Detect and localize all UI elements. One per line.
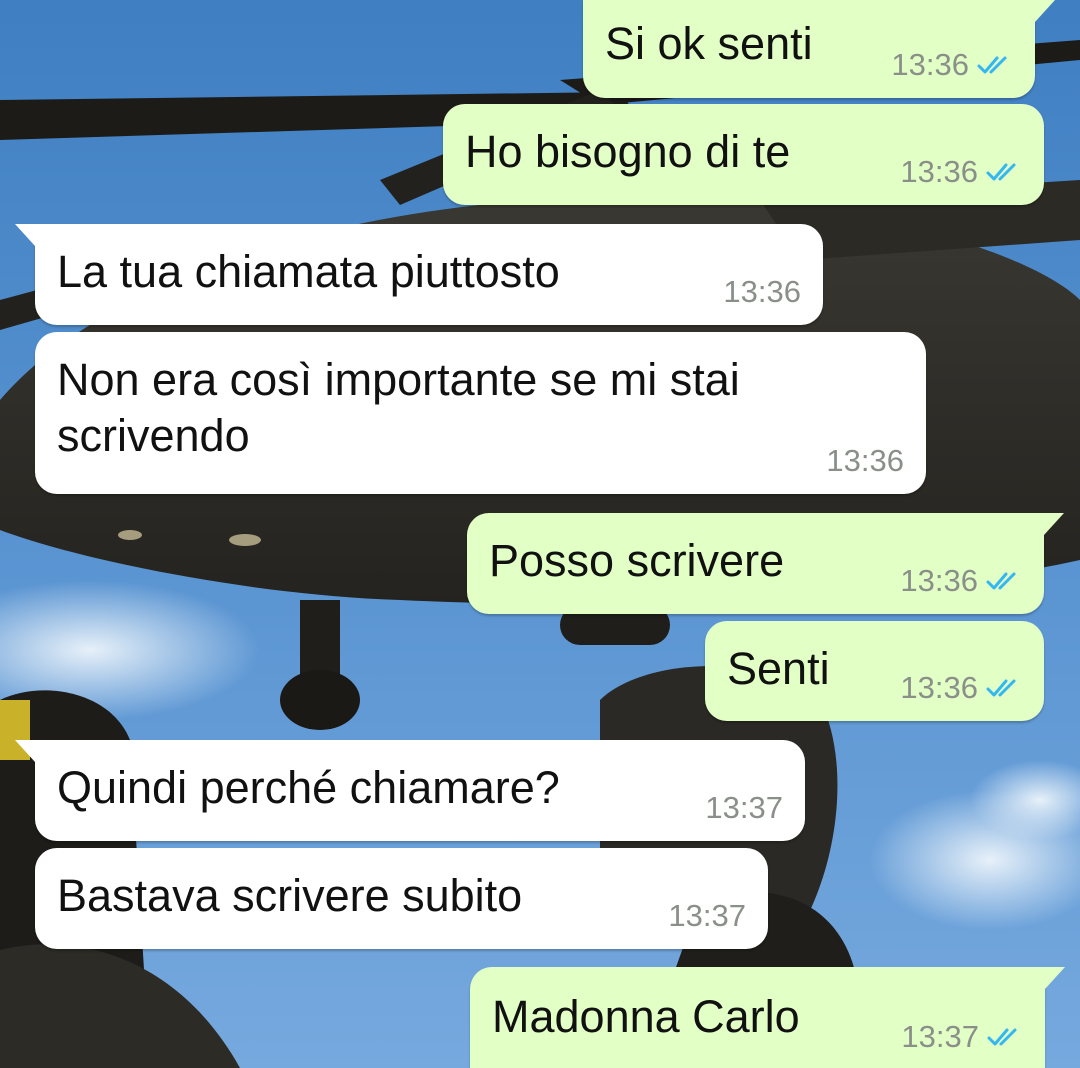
message-time: 13:36 <box>723 274 801 309</box>
message-meta: 13:37 <box>705 791 783 825</box>
incoming-message[interactable]: Quindi perché chiamare? 13:37 <box>15 740 805 841</box>
message-time: 13:37 <box>668 898 746 933</box>
incoming-message[interactable]: Bastava scrivere subito 13:37 <box>35 848 768 949</box>
message-meta: 13:36 <box>900 671 1024 705</box>
message-time: 13:37 <box>705 790 783 825</box>
message-meta: 13:36 <box>891 48 1015 82</box>
message-text: Ho bisogno di te <box>465 126 791 177</box>
message-meta: 13:36 <box>900 155 1024 189</box>
message-time: 13:36 <box>900 670 978 705</box>
message-text: Madonna Carlo <box>492 991 800 1042</box>
outgoing-message[interactable]: Madonna Carlo 13:37 <box>470 967 1065 1068</box>
outgoing-message[interactable]: Si ok senti 13:36 <box>583 0 1055 98</box>
message-time: 13:36 <box>826 443 904 478</box>
message-text: La tua chiamata piuttosto <box>57 246 560 297</box>
message-meta: 13:36 <box>826 444 904 478</box>
incoming-message[interactable]: La tua chiamata piuttosto 13:36 <box>15 224 823 325</box>
outgoing-message[interactable]: Senti 13:36 <box>705 621 1044 721</box>
double-check-icon <box>986 679 1016 697</box>
message-text: Posso scrivere <box>489 535 785 586</box>
outgoing-message[interactable]: Ho bisogno di te 13:36 <box>443 104 1044 205</box>
message-time: 13:36 <box>891 47 969 82</box>
double-check-icon <box>986 163 1016 181</box>
message-text: Non era così importante se mi stai scriv… <box>57 354 740 461</box>
message-text: Si ok senti <box>605 18 813 69</box>
message-time: 13:37 <box>901 1019 979 1054</box>
message-meta: 13:37 <box>901 1020 1025 1054</box>
incoming-message[interactable]: Non era così importante se mi stai scriv… <box>35 332 926 494</box>
outgoing-message[interactable]: Posso scrivere 13:36 <box>467 513 1064 614</box>
double-check-icon <box>987 1028 1017 1046</box>
message-text: Bastava scrivere subito <box>57 870 523 921</box>
message-text: Senti <box>727 643 830 694</box>
double-check-icon <box>977 56 1007 74</box>
message-time: 13:36 <box>900 563 978 598</box>
message-meta: 13:36 <box>723 275 801 309</box>
message-list[interactable]: Si ok senti 13:36 Ho bisogno di te 13:36… <box>0 0 1080 1068</box>
double-check-icon <box>986 572 1016 590</box>
message-meta: 13:37 <box>668 899 746 933</box>
message-text: Quindi perché chiamare? <box>57 762 560 813</box>
message-meta: 13:36 <box>900 564 1024 598</box>
message-time: 13:36 <box>900 154 978 189</box>
